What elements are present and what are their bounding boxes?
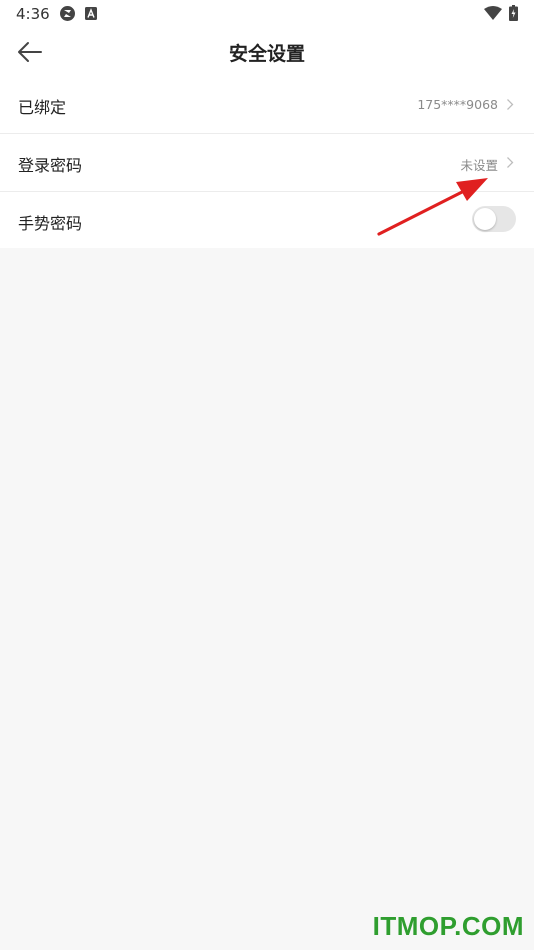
a-icon: [85, 7, 97, 20]
bound-phone-row[interactable]: 已绑定 175****9068: [0, 76, 534, 134]
wifi-icon: [484, 6, 502, 20]
page-title: 安全设置: [228, 43, 305, 65]
battery-charging-icon: [509, 5, 518, 21]
header: 安全设置: [0, 28, 534, 76]
chevron-right-icon: [507, 99, 514, 110]
status-time: 4:36: [16, 5, 50, 23]
bound-phone-label: 已绑定: [18, 98, 67, 117]
red-arrow-annotation: [377, 178, 488, 236]
status-bar: 4:36: [0, 0, 534, 28]
watermark-logo: ITMOP.COM: [372, 911, 524, 941]
bound-phone-value: 175****9068: [417, 97, 498, 112]
gesture-password-label: 手势密码: [18, 214, 83, 233]
login-password-label: 登录密码: [18, 156, 83, 175]
chevron-right-icon: [507, 157, 514, 168]
sync-icon: [60, 6, 75, 21]
